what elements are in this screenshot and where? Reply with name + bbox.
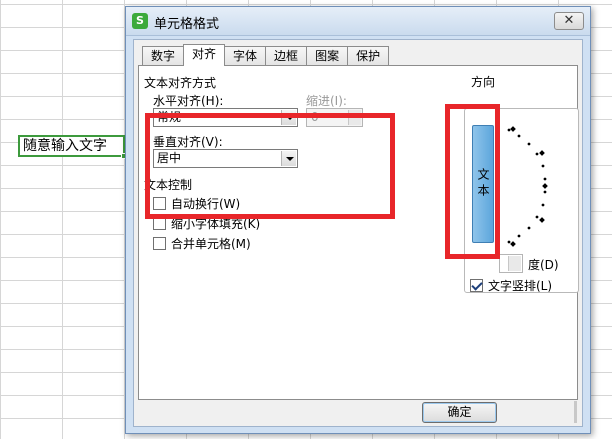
indent-label: 缩进(I): bbox=[306, 94, 347, 108]
text-alignment-group-label: 文本对齐方式 bbox=[143, 74, 218, 91]
active-cell[interactable]: 随意输入文字 bbox=[18, 135, 127, 159]
vertical-text-stack-checkbox[interactable]: 文字竖排(L) bbox=[470, 277, 552, 294]
active-cell-text: 随意输入文字 bbox=[23, 138, 107, 154]
checkbox-box[interactable] bbox=[153, 237, 166, 250]
close-button[interactable]: ✕ bbox=[554, 12, 584, 30]
dialog-title: 单元格格式 bbox=[154, 17, 220, 32]
wps-app-icon: S bbox=[132, 13, 148, 29]
merge-cells-checkbox[interactable]: 合并单元格(M) bbox=[153, 235, 251, 252]
orientation-group-label: 方向 bbox=[470, 73, 497, 90]
tab-font[interactable]: 字体 bbox=[224, 46, 267, 66]
spin-down-icon[interactable] bbox=[508, 263, 521, 271]
horizontal-align-label: 水平对齐(H): bbox=[153, 94, 224, 108]
tab-number[interactable]: 数字 bbox=[142, 46, 185, 66]
dialog-titlebar[interactable]: S 单元格格式 ✕ bbox=[126, 7, 590, 36]
tab-pattern[interactable]: 图案 bbox=[306, 46, 349, 66]
highlight-box-alignment bbox=[145, 113, 395, 219]
orientation-dial[interactable] bbox=[499, 122, 569, 252]
format-cells-dialog: S 单元格格式 ✕ 数字 对齐 字体 边框 图案 保护 文本对齐方式 水平对齐(… bbox=[125, 6, 591, 434]
ok-button[interactable]: 确定 bbox=[422, 402, 497, 423]
degree-spinner[interactable] bbox=[499, 254, 523, 273]
degree-label: 度(D) bbox=[528, 258, 559, 272]
tab-border[interactable]: 边框 bbox=[265, 46, 308, 66]
tab-strip: 数字 对齐 字体 边框 图案 保护 bbox=[142, 44, 390, 66]
alignment-tab-panel: 文本对齐方式 水平对齐(H): 常规 缩进(I): 0 垂直对齐(V): 居中 … bbox=[138, 65, 579, 400]
dialog-client-area: 数字 对齐 字体 边框 图案 保护 文本对齐方式 水平对齐(H): 常规 缩进(… bbox=[133, 39, 583, 427]
resize-grip bbox=[574, 401, 577, 423]
highlight-box-orientation bbox=[445, 104, 500, 259]
vertical-text-stack-label: 文字竖排(L) bbox=[488, 279, 553, 293]
tab-protection[interactable]: 保护 bbox=[347, 46, 390, 66]
tab-alignment[interactable]: 对齐 bbox=[183, 44, 226, 66]
merge-cells-label: 合并单元格(M) bbox=[171, 237, 251, 251]
checkbox-box[interactable] bbox=[470, 279, 483, 292]
